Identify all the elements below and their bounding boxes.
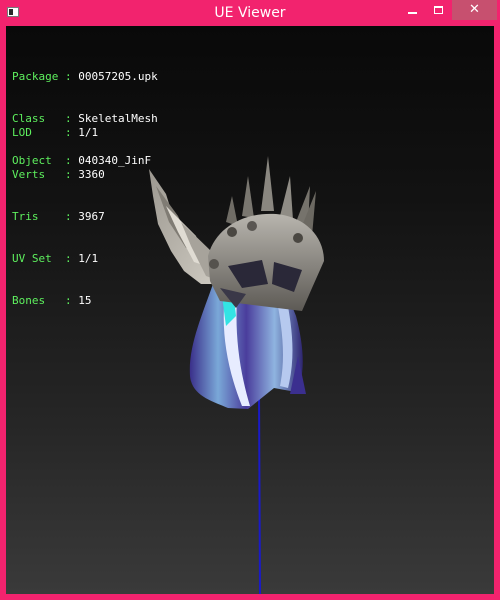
title-bar[interactable]: UE Viewer ✕ [0,0,500,26]
uvset-row: UV Set : 1/1 [12,252,105,266]
maximize-button[interactable] [426,0,452,20]
lod-row: LOD : 1/1 [12,126,105,140]
lod-label: LOD [12,126,32,139]
separator: : [58,70,79,83]
uvset-value: 1/1 [78,252,99,265]
bone-line [258,390,261,594]
maximize-icon [434,6,443,14]
bones-row: Bones : 15 [12,294,105,308]
verts-label: Verts [12,168,46,181]
close-icon: ✕ [469,2,480,17]
3d-viewport[interactable]: Package : 00057205.upk Class : SkeletalM… [6,26,494,594]
package-value: 00057205.upk [78,70,158,83]
tris-row: Tris : 3967 [12,210,105,224]
verts-value: 3360 [78,168,105,181]
separator: : [38,210,79,223]
separator: : [45,294,79,307]
separator: : [31,126,79,139]
bones-label: Bones [12,294,46,307]
verts-row: Verts : 3360 [12,168,105,182]
close-button[interactable]: ✕ [452,0,497,20]
lod-value: 1/1 [78,126,99,139]
minimize-icon [408,12,417,14]
app-icon[interactable] [7,7,19,17]
app-window: UE Viewer ✕ Package: 00057205.upk Class… [0,0,500,600]
tris-value: 3967 [78,210,105,223]
separator: : [45,168,79,181]
package-label: Package [12,70,59,83]
package-row: Package : 00057205.upk [12,70,158,84]
mesh-info-stats: LOD : 1/1 Verts : 3360 Tris : 3967 UV Se… [12,98,105,336]
minimize-button[interactable] [400,0,426,20]
uvset-label: UV Set [12,252,52,265]
bones-value: 15 [78,294,92,307]
separator: : [51,252,79,265]
tris-label: Tris [12,210,39,223]
helmet-mesh [208,156,324,311]
